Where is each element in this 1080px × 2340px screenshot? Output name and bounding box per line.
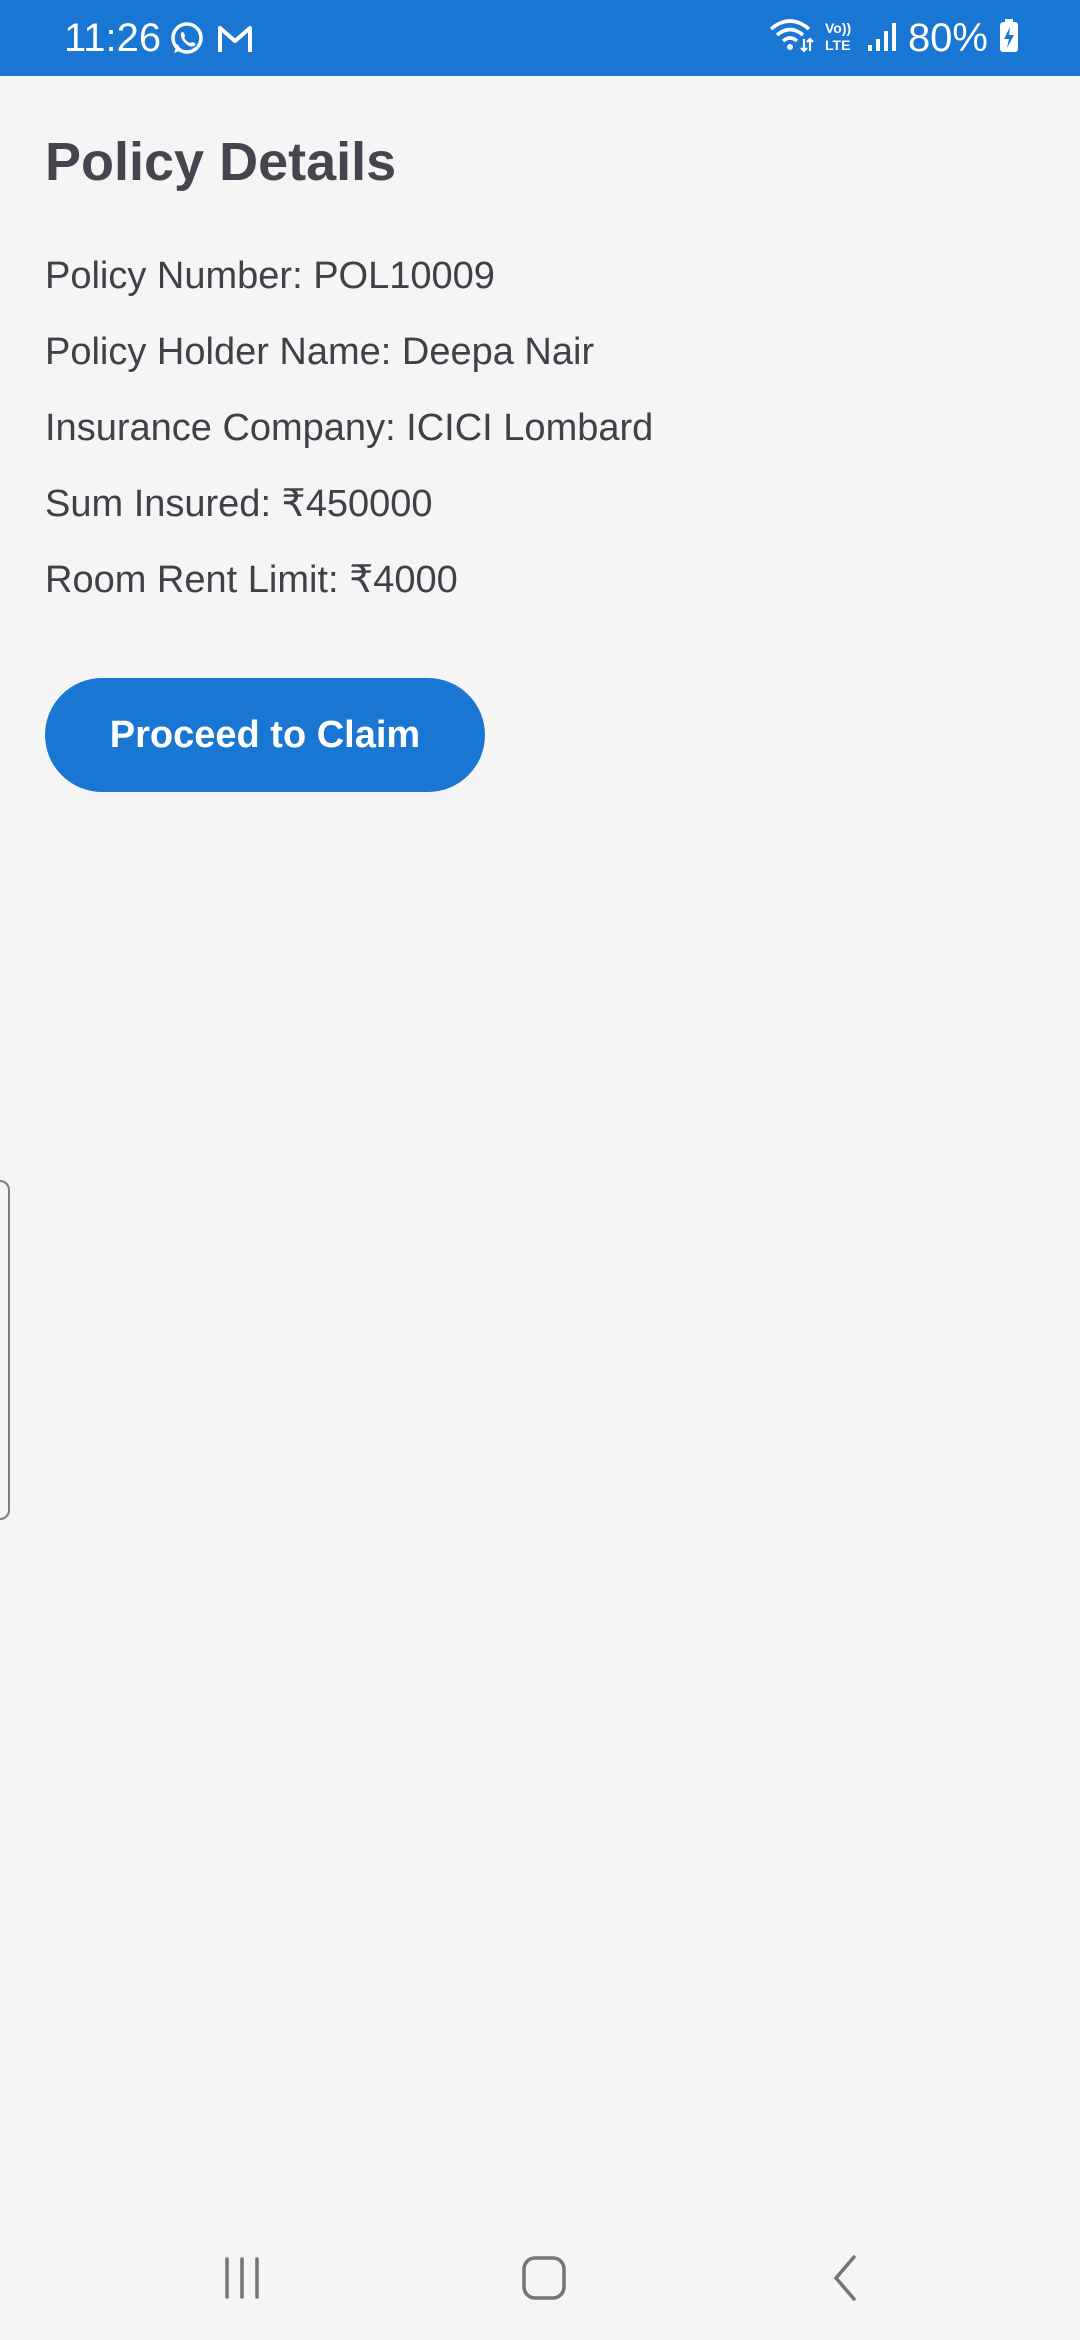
svg-text:LTE: LTE	[825, 37, 850, 53]
status-notification-icons	[168, 20, 254, 63]
back-button[interactable]	[796, 2240, 896, 2320]
recent-apps-icon	[217, 2253, 267, 2308]
home-button[interactable]	[494, 2240, 594, 2320]
navigation-bar	[0, 2220, 1080, 2340]
status-system-icons: Vo)) LTE 80%	[768, 14, 1020, 62]
recent-apps-button[interactable]	[192, 2240, 292, 2320]
back-icon	[821, 2253, 871, 2308]
policy-holder-name: Policy Holder Name: Deepa Nair	[45, 331, 595, 373]
volte-icon: Vo)) LTE	[824, 18, 856, 59]
page-title: Policy Details	[45, 132, 397, 192]
room-rent-limit: Room Rent Limit: ₹4000	[45, 559, 458, 601]
edge-panel-handle[interactable]	[0, 1180, 10, 1520]
status-bar: 11:26 Vo)) LTE 80%	[0, 0, 1080, 76]
policy-details-list: Policy Number: POL10009 Policy Holder Na…	[45, 238, 1035, 618]
battery-percentage: 80%	[907, 16, 988, 60]
signal-icon	[866, 19, 898, 58]
policy-details-section: Policy Details Policy Number: POL10009 P…	[45, 120, 1035, 618]
whatsapp-icon	[168, 20, 206, 63]
status-time: 11:26	[64, 16, 162, 60]
wifi-icon	[768, 17, 814, 60]
policy-number: Policy Number: POL10009	[45, 255, 495, 297]
insurance-company: Insurance Company: ICICI Lombard	[45, 407, 654, 449]
battery-charging-icon	[998, 18, 1020, 59]
proceed-to-claim-button[interactable]: Proceed to Claim	[45, 678, 485, 792]
svg-text:Vo)): Vo))	[825, 20, 851, 36]
sum-insured: Sum Insured: ₹450000	[45, 483, 433, 525]
home-icon	[519, 2253, 569, 2308]
gmail-icon	[216, 22, 254, 61]
